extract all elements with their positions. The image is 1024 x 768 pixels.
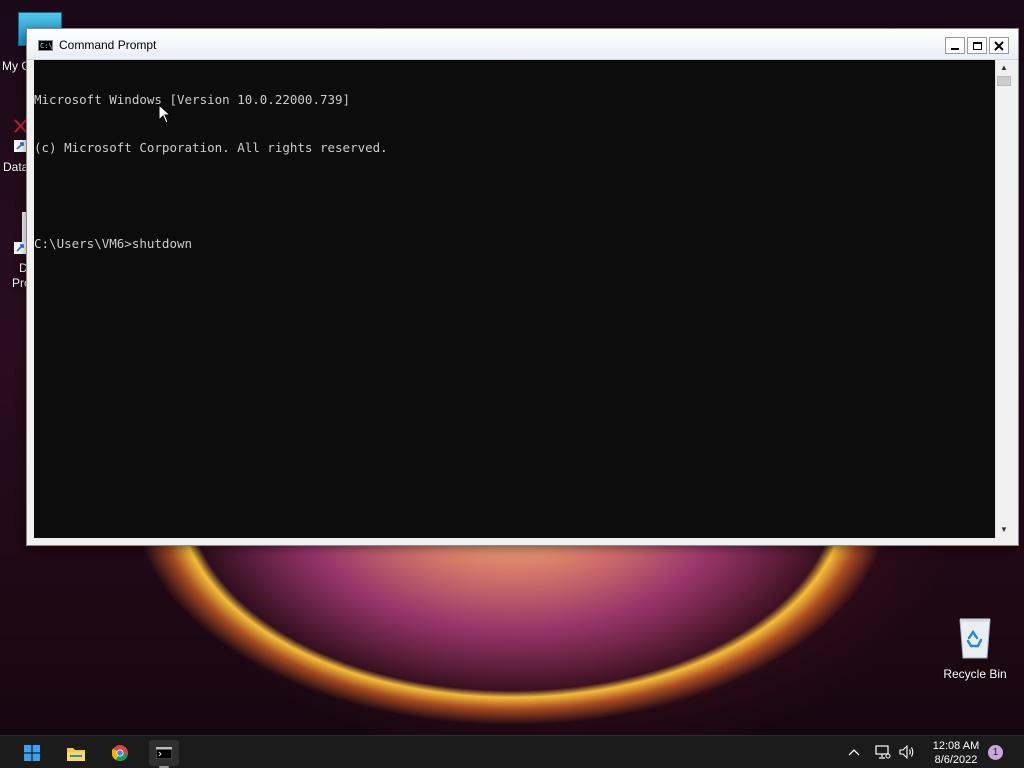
- scrollbar-thumb[interactable]: [997, 76, 1011, 86]
- close-button[interactable]: [989, 37, 1009, 54]
- minimize-button[interactable]: [945, 37, 965, 54]
- file-explorer-button[interactable]: [61, 740, 91, 766]
- close-icon: [994, 40, 1004, 51]
- recycle-bin-icon: [959, 618, 991, 659]
- start-button[interactable]: [17, 740, 47, 766]
- cmd-app-icon: C:\: [38, 40, 53, 51]
- recycle-bin[interactable]: Recycle Bin: [935, 614, 1015, 681]
- chrome-button[interactable]: [105, 740, 135, 766]
- windows-start-icon: [24, 745, 40, 761]
- data-shortcut-label: Data: [3, 160, 29, 174]
- chevron-up-icon: [848, 749, 860, 756]
- notification-badge[interactable]: 1: [988, 745, 1003, 760]
- console-output[interactable]: Microsoft Windows [Version 10.0.22000.73…: [34, 60, 995, 538]
- network-icon: [875, 745, 891, 759]
- terminal-icon: [156, 747, 172, 759]
- system-clock[interactable]: 12:08 AM 8/6/2022: [922, 739, 990, 767]
- volume-button[interactable]: [897, 736, 917, 768]
- recycle-bin-label: Recycle Bin: [943, 667, 1007, 681]
- title-bar[interactable]: C:\ Command Prompt: [27, 29, 1018, 60]
- mouse-cursor-icon: [158, 104, 172, 124]
- scroll-up-arrow-icon[interactable]: ▲: [996, 60, 1012, 76]
- vertical-scrollbar[interactable]: ▲ ▼: [995, 60, 1012, 538]
- volume-icon: [899, 745, 914, 759]
- console-prompt-line: C:\Users\VM6>shutdown: [34, 236, 193, 251]
- clock-date: 8/6/2022: [934, 754, 978, 766]
- show-hidden-icons-button[interactable]: [845, 736, 863, 768]
- maximize-button[interactable]: [967, 37, 987, 54]
- console-line: (c) Microsoft Corporation. All rights re…: [34, 140, 388, 155]
- scroll-down-arrow-icon[interactable]: ▼: [996, 522, 1012, 538]
- minimize-icon: [951, 48, 959, 50]
- console-line: Microsoft Windows [Version 10.0.22000.73…: [34, 92, 351, 107]
- window-title: Command Prompt: [59, 38, 157, 52]
- taskbar: 12:08 AM 8/6/2022 1: [0, 735, 1024, 768]
- chrome-icon: [112, 745, 128, 761]
- network-button[interactable]: [873, 736, 893, 768]
- command-prompt-window[interactable]: C:\ Command Prompt Microsoft Windows [Ve…: [26, 28, 1019, 546]
- maximize-icon: [972, 41, 982, 50]
- clock-time: 12:08 AM: [932, 740, 980, 752]
- command-prompt-taskbar-button[interactable]: [149, 740, 179, 768]
- file-explorer-icon: [67, 747, 85, 761]
